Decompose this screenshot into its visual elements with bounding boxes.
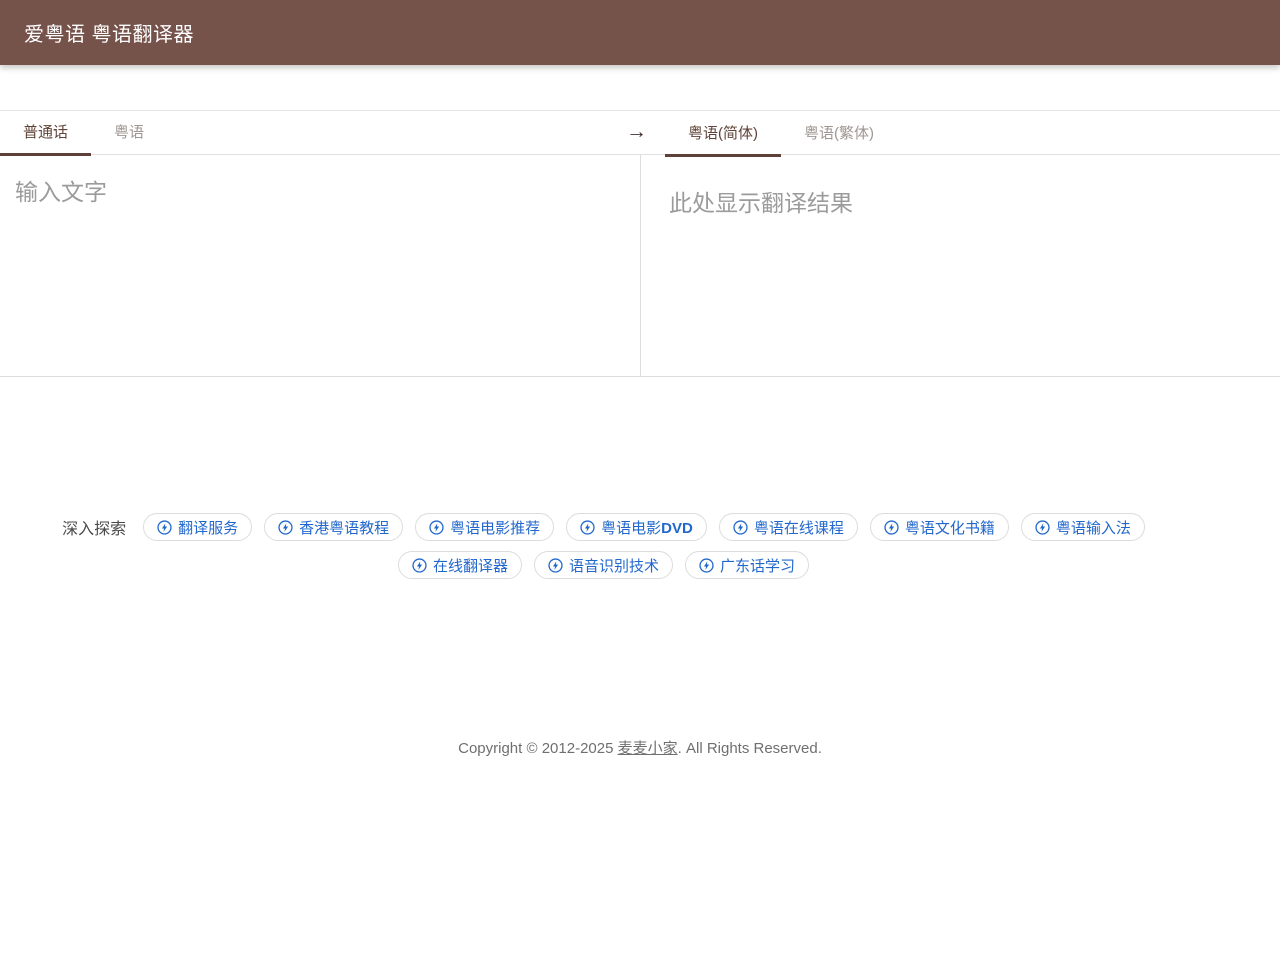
explore-label: 深入探索: [62, 515, 126, 539]
lightning-circle-icon: [412, 558, 427, 573]
explore-tag-3[interactable]: 粤语电影DVD: [566, 513, 707, 541]
explore-tag-0[interactable]: 翻译服务: [143, 513, 252, 541]
explore-tag-label: 广东话学习: [720, 555, 795, 576]
explore-tag-label: 粤语电影推荐: [450, 517, 540, 538]
explore-tag-2[interactable]: 粤语电影推荐: [415, 513, 554, 541]
source-text-input[interactable]: [0, 155, 640, 376]
lightning-circle-icon: [580, 520, 595, 535]
explore-tag-6[interactable]: 粤语输入法: [1021, 513, 1145, 541]
lightning-circle-icon: [884, 520, 899, 535]
tab-target-1[interactable]: 粤语(繁体): [781, 112, 897, 156]
explore-tag-8[interactable]: 语音识别技术: [534, 551, 673, 579]
explore-tag-label: 粤语电影DVD: [601, 517, 693, 538]
tab-source-1[interactable]: 粤语: [91, 111, 167, 155]
explore-tag-label: 翻译服务: [178, 517, 238, 538]
lightning-circle-icon: [429, 520, 444, 535]
explore-tag-1[interactable]: 香港粤语教程: [264, 513, 403, 541]
explore-tag-label: 粤语文化书籍: [905, 517, 995, 538]
tab-target-0[interactable]: 粤语(简体): [665, 112, 781, 156]
explore-tag-label: 粤语输入法: [1056, 517, 1131, 538]
tab-source-0[interactable]: 普通话: [0, 111, 91, 155]
explore-tag-label: 香港粤语教程: [299, 517, 389, 538]
footer-site-link[interactable]: 麦麦小家: [618, 740, 678, 757]
explore-tag-section: 深入探索 翻译服务 香港粤语教程 粤语电影推荐 粤语电影DVD 粤语在线课程 粤语文化书籍…: [15, 513, 1192, 579]
explore-tag-7[interactable]: 在线翻译器: [398, 551, 522, 579]
copyright-suffix: . All Rights Reserved.: [678, 740, 822, 757]
lightning-circle-icon: [278, 520, 293, 535]
explore-tag-9[interactable]: 广东话学习: [685, 551, 809, 579]
translation-output-placeholder: 此处显示翻译结果: [669, 184, 1252, 218]
page-title: 爱粤语 粤语翻译器: [24, 18, 194, 47]
explore-tag-label: 语音识别技术: [569, 555, 659, 576]
translation-output-panel: 此处显示翻译结果: [640, 155, 1280, 376]
copyright-prefix: Copyright © 2012-2025: [458, 740, 618, 757]
lightning-circle-icon: [699, 558, 714, 573]
lightning-circle-icon: [548, 558, 563, 573]
footer: Copyright © 2012-2025 麦麦小家. All Rights R…: [0, 737, 1280, 758]
language-tabbar: 普通话粤语 → 粤语(简体)粤语(繁体): [0, 110, 1280, 155]
explore-tag-label: 粤语在线课程: [754, 517, 844, 538]
lightning-circle-icon: [157, 520, 172, 535]
explore-tag-4[interactable]: 粤语在线课程: [719, 513, 858, 541]
explore-tag-label: 在线翻译器: [433, 555, 508, 576]
app-header: 爱粤语 粤语翻译器: [0, 0, 1280, 65]
lightning-circle-icon: [1035, 520, 1050, 535]
lightning-circle-icon: [733, 520, 748, 535]
target-language-tabs: 粤语(简体)粤语(繁体): [665, 112, 897, 156]
translate-direction-arrow-icon: →: [626, 111, 647, 155]
translate-panels: 此处显示翻译结果: [0, 155, 1280, 377]
explore-tag-5[interactable]: 粤语文化书籍: [870, 513, 1009, 541]
